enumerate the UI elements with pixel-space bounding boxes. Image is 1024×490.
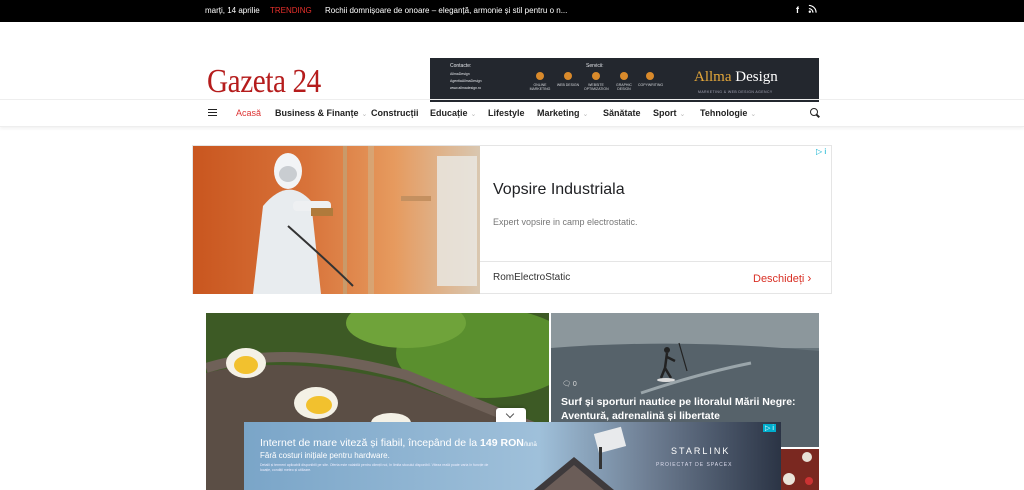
banner-service: GRAPHIC DESIGN	[612, 72, 636, 91]
banner-contact-label: Contacte:	[450, 63, 472, 69]
nav-item-educatie[interactable]: Educație ⌄	[430, 108, 476, 118]
search-icon[interactable]	[810, 108, 818, 116]
thumbnail-illustration	[779, 449, 819, 490]
nav-item-sport[interactable]: Sport ⌄	[653, 108, 685, 118]
banner-service: WEB DESIGN	[556, 72, 580, 87]
ad-subline: Fără costuri inițiale pentru hardware.	[260, 451, 390, 460]
top-bar: marți, 14 aprilie TRENDING Rochii domniș…	[0, 0, 1024, 22]
rss-icon[interactable]	[808, 4, 817, 14]
service-icon	[592, 72, 600, 80]
site-logo[interactable]: Gazeta 24	[207, 65, 321, 99]
ad-description: Expert vopsire in camp electrostatic.	[493, 217, 638, 227]
banner-service: WEBSITE OPTIMIZATION	[584, 72, 609, 91]
site-header: Gazeta 24 Contacte: AllmaDesign AgentiaA…	[0, 22, 1024, 102]
nav-item-sanatate[interactable]: Sănătate	[603, 108, 641, 118]
article-thumbnail[interactable]	[779, 449, 819, 490]
service-icon	[646, 72, 654, 80]
service-icon	[536, 72, 544, 80]
banner-services-label: Servicii:	[586, 63, 604, 69]
nav-item-marketing[interactable]: Marketing ⌄	[537, 108, 588, 118]
trending-ticker-link[interactable]: Rochii domnișoare de onoare – eleganță, …	[325, 6, 567, 15]
vopsire-industriala-ad[interactable]: ▷ i Vopsire Industriala Expert vopsire i…	[192, 145, 832, 294]
comment-count: 🗨 0	[562, 381, 577, 388]
chevron-down-icon: ⌄	[750, 111, 757, 118]
nav-item-lifestyle[interactable]: Lifestyle	[488, 108, 525, 118]
ad-headline[interactable]: Internet de mare viteză și fiabil, încep…	[260, 437, 537, 449]
ad-open-button[interactable]: Deschideți ›	[753, 271, 811, 285]
chevron-right-icon: ›	[807, 271, 812, 285]
facebook-icon[interactable]: f	[796, 5, 799, 15]
banner-service: COPYWRITING	[638, 72, 663, 87]
banner-service: ONLINE MARKETING	[528, 72, 552, 91]
starlink-brand: STARLINK	[671, 446, 731, 456]
starlink-brand-sub: PROIECTAT DE SPACEX	[656, 462, 733, 468]
nav-item-acasa[interactable]: Acasă	[236, 108, 261, 118]
nav-item-tehnologie[interactable]: Tehnologie ⌄	[700, 108, 756, 118]
nav-item-business-finante[interactable]: Business & Finanțe ⌄	[275, 108, 367, 118]
comment-icon: 🗨	[562, 381, 571, 388]
current-date: marți, 14 aprilie	[205, 6, 260, 15]
chevron-down-icon: ⌄	[582, 111, 589, 118]
chevron-down-icon: ⌄	[361, 111, 368, 118]
banner-brand: Allma Design	[694, 69, 778, 85]
ad-photo-painter[interactable]	[193, 146, 480, 294]
starlink-ad[interactable]: ▷ i Internet de mare viteză și fiabil, î…	[244, 422, 781, 490]
banner-contact-line: AgentiaAllmaDesign	[450, 79, 482, 83]
adchoices-icon[interactable]: ▷ i	[763, 424, 776, 432]
service-icon	[620, 72, 628, 80]
ad-advertiser[interactable]: RomElectroStatic	[493, 272, 570, 283]
banner-contact-line: www.allmadesign.ro	[450, 86, 482, 90]
allma-design-banner-ad[interactable]: Contacte: AllmaDesign AgentiaAllmaDesign…	[430, 58, 819, 102]
painter-illustration	[253, 146, 477, 294]
chevron-down-icon: ⌄	[679, 111, 686, 118]
nav-item-constructii[interactable]: Construcții	[371, 108, 419, 118]
ad-divider	[480, 261, 832, 262]
collapse-ad-button[interactable]	[496, 408, 526, 422]
service-icon	[564, 72, 572, 80]
hamburger-menu-icon[interactable]	[208, 109, 217, 116]
ad-fine-print: Detalii și termeni aplicabili disponibil…	[260, 463, 489, 473]
main-navigation: Acasă Business & Finanțe ⌄ Construcții Ed…	[0, 99, 1024, 127]
ad-title[interactable]: Vopsire Industriala	[493, 181, 625, 199]
trending-label: TRENDING	[270, 6, 312, 15]
chevron-down-icon: ⌄	[470, 111, 477, 118]
chevron-down-icon	[505, 409, 515, 419]
article-headline[interactable]: Surf și sporturi nautice pe litoralul Mă…	[561, 396, 811, 423]
banner-tagline: MARKETING & WEB DESIGN AGENCY	[698, 90, 773, 94]
banner-contact-line: AllmaDesign	[450, 72, 470, 76]
adchoices-icon[interactable]: ▷ i	[816, 147, 826, 156]
